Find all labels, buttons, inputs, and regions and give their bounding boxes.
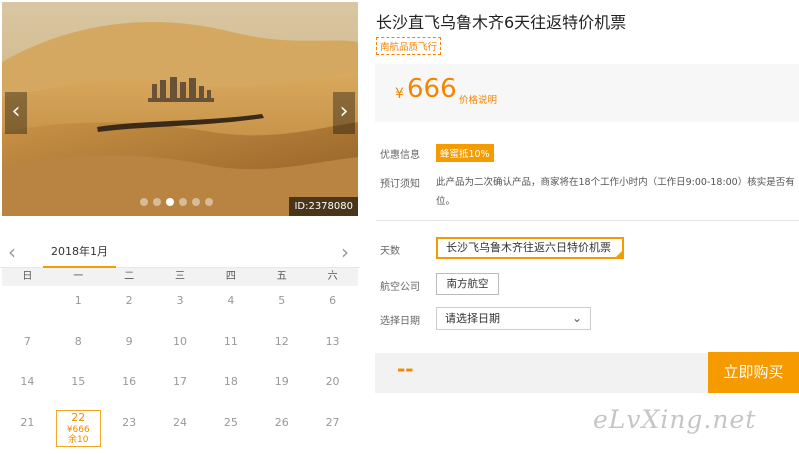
calendar-day-available[interactable]: 22 ¥666 余10 xyxy=(55,409,101,447)
calendar-day[interactable]: 15 xyxy=(53,367,104,408)
date-select-placeholder: 请选择日期 xyxy=(445,312,500,325)
weekday-label: 五 xyxy=(276,271,287,282)
site-watermark: eLvXing.net xyxy=(593,405,757,434)
carousel-dot[interactable] xyxy=(153,198,161,206)
airline-label: 航空公司 xyxy=(380,282,420,293)
product-title: 长沙直飞乌鲁木齐6天往返特价机票 xyxy=(376,13,627,32)
price-box: ¥ 666 价格说明 xyxy=(375,64,799,122)
calendar-day[interactable]: 17 xyxy=(155,367,206,408)
calendar-day[interactable]: 27 xyxy=(307,408,358,449)
weekday-label: 日 xyxy=(22,271,33,282)
calendar-day[interactable]: 26 xyxy=(256,408,307,449)
day-number: 22 xyxy=(71,410,86,424)
divider xyxy=(376,220,799,221)
calendar-day[interactable]: 23 xyxy=(104,408,155,449)
calendar-day[interactable]: 6 xyxy=(307,286,358,327)
calendar-day[interactable]: 25 xyxy=(205,408,256,449)
image-carousel[interactable]: ‹ › ID:2378080 xyxy=(2,2,358,216)
buy-now-button[interactable]: 立即购买 xyxy=(708,352,799,393)
day-stock: 余10 xyxy=(68,434,89,445)
image-id-label: ID:2378080 xyxy=(289,197,358,216)
weekday-label: 四 xyxy=(225,271,236,282)
booking-notice: 此产品为二次确认产品，商家将在18个工作小时内（工作日9:00-18:00）核实… xyxy=(436,177,795,207)
calendar-day[interactable]: 2 xyxy=(104,286,155,327)
carousel-dot-active[interactable] xyxy=(166,198,174,206)
days-option-text: 长沙飞乌鲁木齐往返六日特价机票 xyxy=(446,241,611,254)
calendar-day[interactable]: 1 xyxy=(53,286,104,327)
date-select[interactable]: 请选择日期 ⌄ xyxy=(436,307,591,330)
calendar-day[interactable]: 24 xyxy=(155,408,206,449)
notice-label: 预订须知 xyxy=(380,179,420,190)
carousel-dot[interactable] xyxy=(140,198,148,206)
days-option-selected[interactable]: 长沙飞乌鲁木齐往返六日特价机票 xyxy=(436,237,624,259)
calendar-day[interactable]: 3 xyxy=(155,286,206,327)
calendar-day[interactable]: 7 xyxy=(2,327,53,368)
calendar-grid: 1 2 3 4 5 6 7 8 9 10 11 12 13 14 15 16 17 18 19 20 21 22 ¥666 余… xyxy=(2,286,358,448)
price-explanation-link[interactable]: 价格说明 xyxy=(459,92,497,106)
currency-symbol: ¥ xyxy=(395,86,404,102)
discount-label: 优惠信息 xyxy=(380,150,420,161)
weekday-label: 一 xyxy=(73,271,84,282)
calendar-day[interactable]: 11 xyxy=(205,327,256,368)
calendar-empty-cell xyxy=(2,286,53,327)
carousel-dots xyxy=(140,198,213,206)
calendar-day[interactable]: 4 xyxy=(205,286,256,327)
calendar-day[interactable]: 21 xyxy=(2,408,53,449)
carousel-dot[interactable] xyxy=(192,198,200,206)
airline-quality-tag: 南航品质飞行 xyxy=(376,37,442,55)
day-price: ¥666 xyxy=(66,424,90,435)
carousel-dot[interactable] xyxy=(179,198,187,206)
weekday-label: 六 xyxy=(327,271,338,282)
carousel-next-button[interactable]: › xyxy=(333,92,355,134)
product-price: 666 xyxy=(407,74,457,104)
calendar-day[interactable]: 10 xyxy=(155,327,206,368)
calendar-nav: ‹ 2018年1月 › xyxy=(0,238,360,268)
calendar-day[interactable]: 18 xyxy=(205,367,256,408)
carousel-dot[interactable] xyxy=(205,198,213,206)
calendar-day[interactable]: 16 xyxy=(104,367,155,408)
calendar-day[interactable]: 9 xyxy=(104,327,155,368)
calendar-weekday-header: 日一二三四五六 xyxy=(2,268,358,286)
calendar-day[interactable]: 20 xyxy=(307,367,358,408)
weekday-label: 三 xyxy=(174,271,185,282)
calendar-month-tab[interactable]: 2018年1月 xyxy=(43,238,116,268)
carousel-prev-button[interactable]: ‹ xyxy=(5,92,27,134)
date-label: 选择日期 xyxy=(380,316,420,327)
calendar-day[interactable]: 12 xyxy=(256,327,307,368)
calendar-day[interactable]: 5 xyxy=(256,286,307,327)
desert-photo xyxy=(2,2,358,216)
total-price: -- xyxy=(397,357,414,381)
calendar-day[interactable]: 13 xyxy=(307,327,358,368)
selected-corner-icon xyxy=(616,251,622,257)
days-label: 天数 xyxy=(380,246,400,257)
airline-option[interactable]: 南方航空 xyxy=(436,273,499,295)
calendar-day[interactable]: 14 xyxy=(2,367,53,408)
weekday-label: 二 xyxy=(124,271,135,282)
total-bar: -- xyxy=(375,353,709,393)
chevron-down-icon: ⌄ xyxy=(571,311,582,325)
calendar-next-month-icon[interactable]: › xyxy=(341,240,349,264)
calendar-day[interactable]: 8 xyxy=(53,327,104,368)
calendar-prev-month-icon[interactable]: ‹ xyxy=(8,240,16,264)
calendar-day[interactable]: 19 xyxy=(256,367,307,408)
discount-badge: 蜂蜜抵10% xyxy=(436,144,494,162)
